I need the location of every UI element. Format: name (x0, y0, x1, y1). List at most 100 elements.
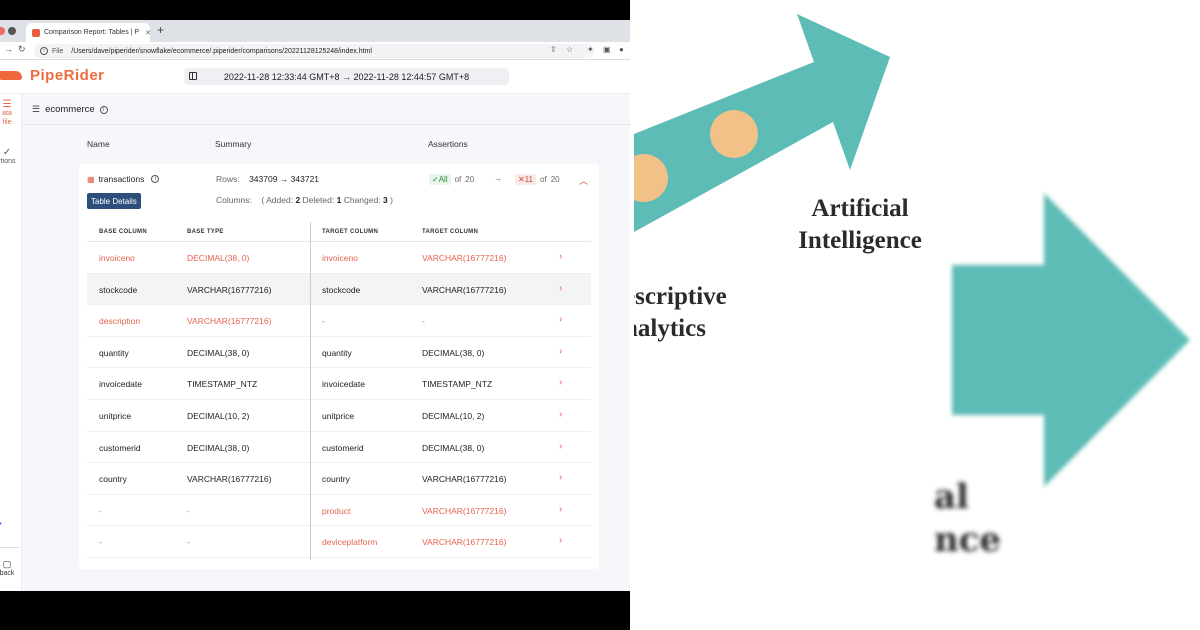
new-tab-icon[interactable]: + (157, 23, 164, 37)
extensions-icon[interactable]: ✦ (587, 45, 594, 54)
tab-close-icon[interactable]: ✕ (145, 29, 150, 37)
chevron-right-icon[interactable]: › (559, 346, 562, 357)
chevron-right-icon[interactable]: › (559, 535, 562, 546)
database-icon: ☰ (32, 104, 41, 114)
th-target-type: TARGET COLUMN (422, 229, 479, 235)
site-info-icon[interactable]: i (40, 47, 48, 55)
base-column-cell: invoicedate (99, 379, 143, 390)
blurred-text-line: al (934, 477, 969, 517)
table-row[interactable]: description VARCHAR(16777216) - - › (87, 305, 591, 337)
breadcrumb-source[interactable]: ecommerce (45, 104, 95, 115)
date-range-display[interactable]: 2022-11-28 12:33:44 GMT+8 → 2022-11-28 1… (184, 68, 509, 85)
profile-icon[interactable]: ● (619, 45, 624, 54)
sidebar-item-assertions[interactable]: ✓ rtions (0, 148, 20, 166)
info-icon[interactable]: i (99, 105, 108, 114)
url-text: /Users/dave/piperider/snowflake/ecommerc… (71, 47, 372, 55)
chevron-right-icon[interactable]: › (559, 441, 562, 452)
target-type-cell: DECIMAL(10, 2) (422, 410, 485, 421)
table-body: invoiceno DECIMAL(38, 0) invoiceno VARCHAR(… (87, 242, 591, 558)
target-column-cell: product (322, 505, 351, 516)
base-type-cell: VARCHAR(16777216) (187, 284, 272, 295)
target-type-cell: DECIMAL(38, 0) (422, 442, 485, 453)
piperider-app: PipeRider 2022-11-28 12:33:44 GMT+8 → 20… (0, 60, 630, 591)
window-close-dot[interactable] (0, 27, 5, 35)
artificial-intelligence-label: Artificial Intelligence (780, 193, 940, 257)
assertions-fail-badge: ✕11 (515, 174, 537, 185)
table-row[interactable]: invoiceno DECIMAL(38, 0) invoiceno VARCHAR(… (87, 242, 591, 274)
assertions-total: 20 (465, 175, 475, 184)
table-card: ▦ transactions i Table Details Rows: 343… (79, 164, 599, 569)
sidebar-item-feedback[interactable]: ▢ back (0, 560, 20, 578)
table-row[interactable]: - - product VARCHAR(16777216) › (87, 495, 591, 527)
orange-dot-large (710, 110, 758, 158)
chevron-right-icon[interactable]: › (559, 283, 562, 294)
table-row[interactable]: stockcode VARCHAR(16777216) stockcode VARCH… (87, 273, 591, 306)
forward-icon[interactable]: → (4, 44, 13, 54)
assertions-base: ✓All of 20 (429, 174, 474, 185)
table-row[interactable]: country VARCHAR(16777216) country VARCHAR(1… (87, 463, 591, 495)
chevron-right-icon[interactable]: › (559, 251, 562, 262)
blurred-text-line: nce (934, 520, 1002, 560)
info-icon[interactable]: i (151, 175, 160, 183)
bookmark-star-icon[interactable]: ☆ (566, 45, 573, 54)
table-row[interactable]: invoicedate TIMESTAMP_NTZ invoicedate TIMES… (87, 368, 591, 400)
target-column-cell: customerid (322, 442, 364, 453)
sidebar-item-data-profile[interactable]: ☰ ata file (0, 100, 20, 127)
added-value: 2 (295, 195, 301, 205)
window-min-dot[interactable] (8, 27, 16, 35)
table-row[interactable]: - - deviceplatform VARCHAR(16777216) › (87, 526, 591, 558)
rows-label: Rows: (216, 174, 240, 184)
base-type-cell: DECIMAL(38, 0) (187, 347, 250, 358)
target-column-cell: unitprice (322, 410, 355, 421)
browser-chrome: Comparison Report: Tables | P ✕ + → ↻ i … (0, 20, 630, 60)
descriptive-analytics-label: escriptive nalytics (634, 281, 727, 345)
address-bar[interactable]: i File /Users/dave/piperider/snowflake/e… (34, 44, 594, 58)
chevron-right-icon[interactable]: › (559, 314, 562, 325)
favicon-icon (32, 28, 40, 37)
column-compare-table: BASE COLUMN BASE TYPE TARGET COLUMN TARG… (87, 222, 591, 560)
share-icon[interactable]: ⇪ (550, 45, 557, 54)
browser-tab[interactable]: Comparison Report: Tables | P ✕ (26, 23, 150, 42)
tab-strip: Comparison Report: Tables | P ✕ + (0, 20, 630, 42)
feedback-icon: ▢ (2, 559, 12, 569)
table-details-button[interactable]: Table Details (87, 193, 141, 209)
chevron-right-icon[interactable]: › (559, 409, 562, 420)
composite-image: Comparison Report: Tables | P ✕ + → ↻ i … (0, 0, 1200, 630)
side-nav: ☰ ata file ✓ rtions ◐ ◆ ▢ back (0, 94, 22, 591)
browser-screenshot: Comparison Report: Tables | P ✕ + → ↻ i … (0, 0, 630, 630)
sidebar-item-label: rtions (0, 158, 16, 165)
column-header-name: Name (87, 139, 110, 149)
target-column-cell: invoiceno (322, 253, 358, 263)
rows-summary: Rows: 343709 → 343721 (216, 174, 319, 184)
assertions-total: 20 (550, 175, 560, 184)
table-name[interactable]: ▦ transactions i (87, 174, 160, 184)
sidepanel-icon[interactable]: ▣ (603, 45, 611, 54)
table-row[interactable]: unitprice DECIMAL(10, 2) unitprice DECIMAL(… (87, 400, 591, 432)
assertions-of: of (540, 175, 547, 184)
chevron-right-icon[interactable]: › (559, 504, 562, 515)
sidebar-item-label: ata (2, 110, 12, 117)
target-type-cell: VARCHAR(16777216) (422, 505, 507, 516)
target-type-cell: - (422, 316, 425, 327)
assertions-target: ✕11 of 20 (515, 174, 560, 185)
date-range-text: 2022-11-28 12:33:44 GMT+8 → 2022-11-28 1… (223, 71, 470, 82)
changed-label: Changed: (343, 195, 381, 205)
discord-icon[interactable]: ◆ (0, 518, 2, 529)
target-column-cell: quantity (322, 347, 352, 358)
chevron-right-icon[interactable]: › (559, 472, 562, 483)
base-type-cell: - (187, 505, 190, 516)
table-row[interactable]: customerid DECIMAL(38, 0) customerid DECIMA… (87, 432, 591, 464)
checkmark-icon: ✓ (2, 147, 12, 158)
deleted-label: Deleted: (302, 195, 335, 205)
base-column-cell: country (99, 474, 127, 485)
base-type-cell: VARCHAR(16777216) (187, 316, 272, 327)
chevron-right-icon[interactable]: › (559, 377, 562, 388)
reload-icon[interactable]: ↻ (18, 44, 26, 55)
table-row[interactable]: quantity DECIMAL(38, 0) quantity DECIMAL(38… (87, 337, 591, 369)
assertions-of: of (454, 175, 462, 184)
sidebar-toggle-icon[interactable] (189, 72, 197, 80)
chevron-up-icon[interactable]: ︿ (579, 174, 588, 187)
label-line: nalytics (634, 315, 706, 342)
paren-open: ( (261, 195, 265, 205)
base-column-cell: unitprice (99, 410, 132, 421)
